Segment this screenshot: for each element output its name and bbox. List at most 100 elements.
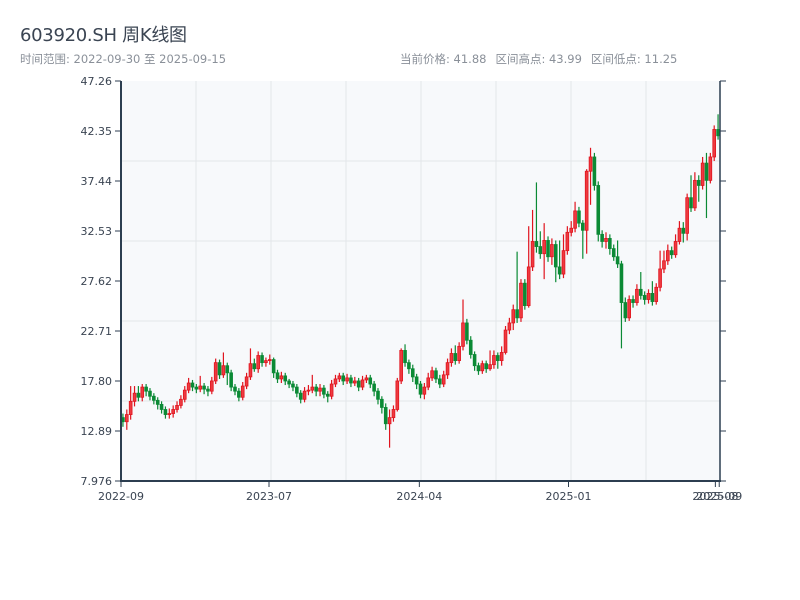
- candle-body: [337, 375, 342, 380]
- candle-body: [383, 407, 388, 425]
- candle-body: [457, 345, 461, 362]
- candle-body: [453, 353, 458, 362]
- candle-body: [468, 339, 473, 355]
- candle-body: [349, 377, 353, 384]
- candle-body: [430, 370, 434, 379]
- candle-body: [264, 360, 268, 364]
- candle-body: [441, 374, 446, 385]
- candle-body: [341, 375, 346, 382]
- candle-body: [132, 392, 137, 402]
- candle-body: [414, 376, 419, 385]
- candle-up: [708, 152, 713, 184]
- candle-body: [476, 365, 481, 372]
- candle-body: [422, 386, 427, 395]
- candle-body: [368, 377, 373, 385]
- candle-body: [669, 250, 674, 256]
- candlestick-chart: 47.26 42.35 37.44 32.53 27.62 22.71 17.80 12.89…: [81, 75, 743, 503]
- candle-body: [252, 363, 257, 370]
- candle-body: [275, 372, 280, 380]
- candle-body: [410, 368, 415, 378]
- candle-body: [244, 376, 249, 387]
- y-tick-label: 37.44: [81, 175, 113, 188]
- candle-body: [152, 395, 156, 401]
- candle-body: [650, 293, 655, 302]
- candle-up: [519, 279, 523, 322]
- candle-body: [179, 398, 183, 406]
- candle-body: [213, 362, 218, 382]
- candle-body: [356, 380, 361, 388]
- candle-body: [654, 286, 659, 302]
- candle-body: [306, 389, 311, 392]
- candle-body: [623, 302, 628, 319]
- candle-body: [700, 162, 705, 186]
- candle-body: [546, 240, 550, 258]
- candle-up: [712, 125, 717, 162]
- candle-body: [256, 355, 260, 370]
- candle-body: [403, 350, 407, 364]
- candle-body: [577, 210, 581, 224]
- candle-body: [206, 388, 210, 392]
- candle-body: [186, 382, 191, 391]
- candle-body: [171, 409, 175, 414]
- candle-body: [569, 227, 574, 233]
- candle-body: [511, 309, 516, 324]
- candle-body: [372, 383, 376, 392]
- candle-body: [681, 227, 686, 234]
- candle-body: [302, 390, 307, 400]
- x-tick-label: 2025-09: [696, 490, 742, 503]
- candle-body: [615, 256, 620, 265]
- candle-body: [182, 389, 187, 400]
- candle-body: [310, 386, 315, 391]
- candle-body: [553, 244, 558, 268]
- candle-body: [159, 403, 164, 410]
- x-tick-label: 2025-01: [546, 490, 592, 503]
- candle-body: [685, 197, 689, 234]
- candle-body: [210, 380, 214, 392]
- candle-body: [561, 250, 566, 275]
- candle-body: [550, 244, 554, 258]
- y-tick-label: 12.89: [81, 425, 113, 438]
- candle-body: [693, 179, 697, 209]
- candle-body: [333, 378, 338, 385]
- candle-body: [380, 398, 384, 408]
- candle-body: [495, 355, 500, 362]
- candle-body: [503, 329, 508, 353]
- candle-body: [237, 390, 241, 398]
- candle-body: [225, 365, 230, 374]
- candle-down: [465, 318, 469, 345]
- candle-body: [353, 380, 357, 384]
- x-tick-label: 2023-07: [246, 490, 292, 503]
- candle-body: [283, 375, 288, 382]
- candle-body: [708, 156, 713, 181]
- candle-body: [395, 380, 400, 410]
- y-tick-label: 22.71: [81, 325, 113, 338]
- candle-body: [638, 288, 643, 296]
- candle-body: [499, 352, 504, 362]
- candle-body: [248, 363, 253, 378]
- candle-body: [704, 162, 709, 181]
- y-tick-label: 7.976: [81, 475, 113, 488]
- candle-body: [318, 387, 322, 392]
- candle-body: [449, 353, 454, 364]
- candle-body: [360, 379, 365, 388]
- candle-body: [534, 241, 539, 247]
- candle-body: [295, 386, 299, 394]
- candle-body: [581, 222, 585, 231]
- candle-body: [167, 413, 172, 415]
- candle-body: [175, 405, 179, 410]
- candle-body: [565, 231, 570, 252]
- candle-up: [627, 295, 631, 321]
- candle-body: [712, 129, 717, 158]
- candle-body: [124, 414, 129, 423]
- candle-body: [472, 354, 477, 367]
- candle-body: [689, 197, 693, 209]
- candle-body: [480, 363, 485, 372]
- candle-up: [685, 193, 689, 241]
- candle-body: [542, 240, 546, 255]
- candle-body: [673, 241, 678, 256]
- candle-body: [635, 288, 639, 303]
- candle-body: [240, 385, 245, 398]
- candle-body: [229, 372, 233, 388]
- candle-body: [322, 387, 326, 395]
- candle-body: [128, 400, 133, 415]
